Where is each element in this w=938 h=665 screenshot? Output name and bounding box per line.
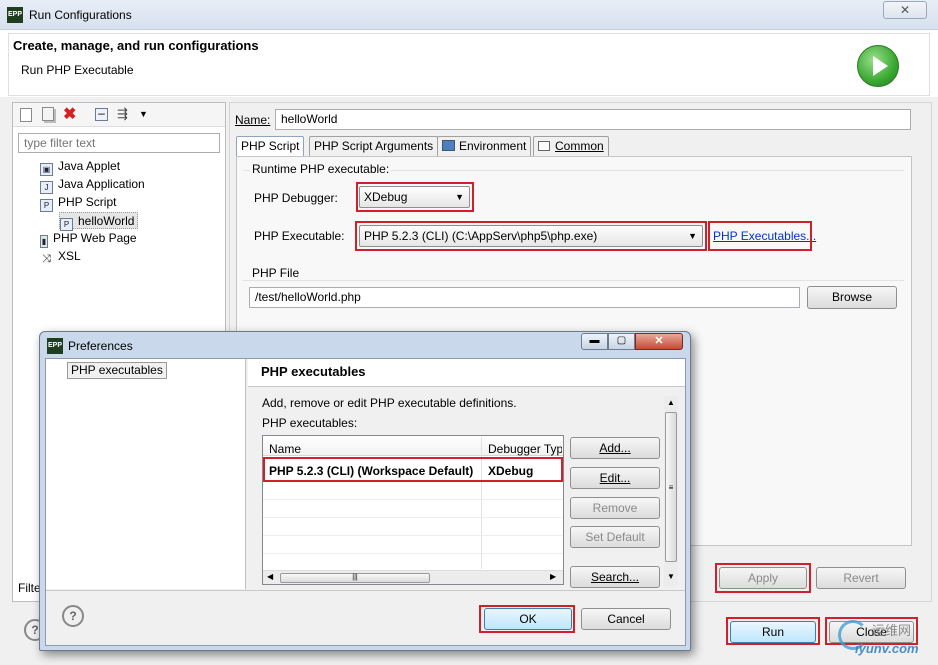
column-header-name[interactable]: Name [269,442,301,456]
tree-item-java-application[interactable]: J Java Application [40,176,145,194]
set-default-button[interactable]: Set Default [570,526,660,548]
browse-button[interactable]: Browse [807,286,897,309]
java-application-icon: J [40,181,53,194]
preferences-tree-item[interactable]: PHP executables [67,362,167,379]
run-icon [857,45,899,87]
tab-label: PHP Script [241,139,300,153]
run-button[interactable]: Run [730,621,816,643]
php-file-label: PHP File [250,266,302,280]
tab-php-script[interactable]: PHP Script [236,136,305,157]
tree-item-xsl[interactable]: ⤨ XSL [40,248,81,265]
tab-label: Environment [459,139,527,153]
environment-icon [442,140,455,151]
dropdown-arrow-icon: ▼ [688,231,697,241]
minimize-button[interactable]: ▬ [581,333,608,350]
executables-list-label: PHP executables: [262,416,358,430]
preferences-description: Add, remove or edit PHP executable defin… [262,396,517,410]
table-row-line [263,517,563,518]
column-header-debugger[interactable]: Debugger Typ [488,442,562,456]
header-subtitle: Run PHP Executable [21,63,134,77]
tab-common[interactable]: Common [533,136,609,156]
dropdown-arrow-icon: ▼ [455,192,464,202]
common-icon [538,141,550,151]
tree-item-label: Java Application [58,177,145,191]
table-row-line [263,553,563,554]
tab-php-script-arguments[interactable]: PHP Script Arguments [309,136,439,156]
horizontal-scrollbar[interactable]: ◀ ||| ▶ [263,570,563,584]
scroll-up-icon[interactable]: ▲ [667,398,675,407]
cancel-button[interactable]: Cancel [581,608,671,630]
filter-icon[interactable]: ⇶ [117,106,128,122]
tab-label: PHP Script Arguments [314,139,434,153]
row-debugger-cell: XDebug [488,464,534,478]
php-web-page-icon: ▮ [40,235,48,248]
header-title: Create, manage, and run configurations [13,38,259,53]
duplicate-icon[interactable] [42,107,54,121]
watermark-text-url: iyunv.com [855,641,919,656]
vertical-scrollbar[interactable]: ▲ ≡ ▼ [664,396,678,586]
add-button[interactable]: Add... [570,437,660,459]
new-config-icon[interactable] [20,108,32,122]
table-row-line [263,499,563,500]
debugger-value: XDebug [364,190,408,204]
tree-item-java-applet[interactable]: ▣ Java Applet [40,158,121,176]
scroll-left-icon[interactable]: ◀ [267,572,273,581]
tree-item-label: Java Applet [58,159,121,173]
tree-item-label: PHP Web Page [53,231,137,245]
executable-select[interactable]: PHP 5.2.3 (CLI) (C:\AppServ\php5\php.exe… [359,225,703,247]
tab-label: Common [555,139,604,153]
filter-input[interactable] [18,133,220,153]
app-logo: EPP [7,7,23,23]
filter-status-label: Filte [18,581,41,595]
edit-button[interactable]: Edit... [570,467,660,489]
window-title: Run Configurations [29,8,132,22]
remove-button[interactable]: Remove [570,497,660,519]
watermark-text-cn: 运维网 [872,623,912,638]
preferences-logo: EPP [47,338,63,354]
preferences-tree [46,359,246,589]
scroll-thumb[interactable]: ||| [280,573,430,583]
executable-label: PHP Executable: [254,229,345,243]
tree-item-label: PHP Script [58,195,117,209]
table-row-line [263,535,563,536]
tree-item-php-web-page[interactable]: ▮ PHP Web Page [40,230,137,248]
name-label: Name: [235,113,271,127]
apply-button[interactable]: Apply [719,567,807,589]
tree-item-label: XSL [58,249,81,263]
debugger-select[interactable]: XDebug ▼ [359,186,470,208]
php-script-icon: P [40,199,53,212]
php-file-field[interactable]: /test/helloWorld.php [249,287,800,308]
tab-environment[interactable]: Environment [437,136,532,156]
xsl-icon: ⤨ [42,253,51,265]
collapse-all-icon[interactable]: – [95,107,108,121]
tree-item-php-script[interactable]: P PHP Script [40,194,117,212]
delete-icon[interactable]: ✖ [63,104,76,124]
column-divider [481,437,482,569]
java-applet-icon: ▣ [40,163,53,176]
scroll-right-icon[interactable]: ▶ [550,572,556,581]
name-field[interactable]: helloWorld [275,109,911,130]
preferences-page-title: PHP executables [261,364,366,379]
tab-strip: PHP Script PHP Script Arguments Environm… [236,136,916,157]
debugger-label: PHP Debugger: [254,191,338,205]
row-name-cell: PHP 5.2.3 (CLI) (Workspace Default) [269,464,474,478]
scroll-down-icon[interactable]: ▼ [667,572,675,581]
tree-item-label: helloWorld [78,214,135,228]
filter-dropdown-icon[interactable]: ▼ [139,109,148,119]
php-executables-link[interactable]: PHP Executables... [713,229,816,243]
search-button[interactable]: Search... [570,566,660,588]
preferences-help-icon[interactable]: ? [62,605,84,627]
tree-item-helloworld[interactable]: PhelloWorld [59,212,139,231]
preferences-title: Preferences [68,339,133,353]
title-bar: EPP Run Configurations ✕ [0,0,938,30]
runtime-label: Runtime PHP executable: [250,162,392,176]
executable-value: PHP 5.2.3 (CLI) (C:\AppServ\php5\php.exe… [364,229,598,243]
maximize-button[interactable]: ▢ [608,333,635,350]
dialog-close-button[interactable]: ✕ [635,333,683,350]
scroll-thumb-vertical[interactable]: ≡ [665,412,677,562]
ok-button[interactable]: OK [484,608,572,630]
preferences-footer-divider [46,590,685,591]
window-close-button[interactable]: ✕ [883,1,927,19]
revert-button[interactable]: Revert [816,567,906,589]
